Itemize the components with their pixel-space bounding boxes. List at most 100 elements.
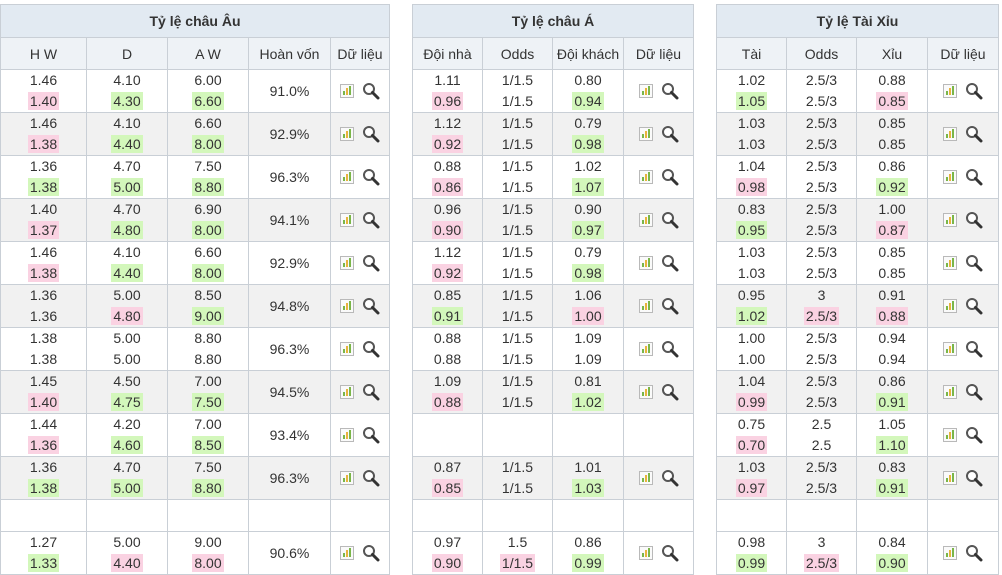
search-icon[interactable]: [362, 426, 380, 444]
search-icon[interactable]: [661, 297, 679, 315]
search-icon[interactable]: [661, 254, 679, 272]
chart-icon[interactable]: [340, 471, 354, 485]
chart-icon[interactable]: [943, 213, 957, 227]
chart-icon[interactable]: [943, 299, 957, 313]
current-odds: 1.07: [572, 178, 604, 196]
chart-icon[interactable]: [943, 84, 957, 98]
current-odds: 5.00: [111, 479, 143, 497]
search-icon[interactable]: [661, 211, 679, 229]
chart-icon[interactable]: [638, 385, 653, 399]
search-icon[interactable]: [965, 469, 983, 487]
chart-icon[interactable]: [638, 471, 653, 485]
search-icon[interactable]: [661, 340, 679, 358]
search-icon[interactable]: [661, 125, 679, 143]
under-odds: 1.00 0.87: [856, 198, 928, 242]
chart-icon[interactable]: [638, 127, 653, 141]
search-icon[interactable]: [362, 469, 380, 487]
chart-icon[interactable]: [943, 385, 957, 399]
chart-icon[interactable]: [340, 256, 354, 270]
opening-odds: 1.46: [29, 115, 58, 131]
empty-cell: [0, 499, 87, 532]
away-team-odds: 0.90 0.97: [552, 198, 624, 242]
search-icon[interactable]: [661, 469, 679, 487]
opening-odds: 7.50: [194, 158, 222, 174]
current-odds: 2.5/3: [805, 351, 838, 367]
chart-icon[interactable]: [943, 471, 957, 485]
chart-icon[interactable]: [943, 127, 957, 141]
current-odds: 0.98: [572, 135, 604, 153]
chart-icon[interactable]: [638, 256, 653, 270]
search-icon[interactable]: [362, 82, 380, 100]
search-icon[interactable]: [965, 297, 983, 315]
chart-icon[interactable]: [638, 213, 653, 227]
chart-icon[interactable]: [638, 170, 653, 184]
data-icons: [331, 125, 389, 143]
data-icons: [331, 383, 389, 401]
chart-icon[interactable]: [638, 546, 653, 560]
opening-odds: 1/1.5: [501, 287, 534, 303]
search-icon[interactable]: [362, 383, 380, 401]
over-odds: 0.83 0.95: [716, 198, 787, 242]
chart-icon[interactable]: [340, 127, 354, 141]
opening-odds: 0.84: [878, 534, 906, 550]
handicap-line: 1/1.5 1/1.5: [482, 370, 553, 414]
opening-odds: 2.5/3: [805, 115, 838, 131]
chart-icon[interactable]: [638, 342, 653, 356]
search-icon[interactable]: [362, 340, 380, 358]
search-icon[interactable]: [362, 211, 380, 229]
search-icon[interactable]: [362, 254, 380, 272]
search-icon[interactable]: [965, 82, 983, 100]
chart-icon[interactable]: [340, 213, 354, 227]
empty-cell: [330, 499, 390, 532]
current-odds: 0.92: [431, 264, 464, 282]
empty-cell: [926, 499, 1000, 532]
search-icon[interactable]: [661, 383, 679, 401]
current-odds: 0.90: [876, 554, 908, 572]
chart-icon[interactable]: [943, 342, 957, 356]
chart-icon[interactable]: [340, 546, 354, 560]
current-odds: 2.5/3: [803, 307, 840, 325]
search-icon[interactable]: [362, 168, 380, 186]
chart-icon[interactable]: [340, 170, 354, 184]
chart-icon[interactable]: [340, 342, 354, 356]
search-icon[interactable]: [965, 383, 983, 401]
search-icon[interactable]: [965, 544, 983, 562]
current-odds: 8.80: [194, 351, 222, 367]
chart-icon[interactable]: [638, 299, 653, 313]
home-win-odds: 1.27 1.33: [0, 531, 87, 575]
search-icon[interactable]: [965, 254, 983, 272]
current-odds: 0.92: [431, 135, 464, 153]
chart-icon[interactable]: [943, 546, 957, 560]
table-row: 1.36 1.36 5.00 4.80 8.50 9.00 94.8%: [0, 284, 390, 328]
draw-odds: 4.70 5.00: [86, 456, 168, 500]
data-icons: [624, 469, 693, 487]
search-icon[interactable]: [362, 297, 380, 315]
chart-icon[interactable]: [340, 84, 354, 98]
search-icon[interactable]: [362, 125, 380, 143]
search-icon[interactable]: [965, 340, 983, 358]
search-icon[interactable]: [965, 211, 983, 229]
chart-icon[interactable]: [340, 428, 354, 442]
chart-icon[interactable]: [943, 170, 957, 184]
current-odds: 1.03: [737, 136, 766, 152]
search-icon[interactable]: [661, 168, 679, 186]
away-team-odds: 1.02 1.07: [552, 155, 624, 199]
handicap-line: 1/1.5 1/1.5: [482, 327, 553, 371]
away-team-odds: 1.01 1.03: [552, 456, 624, 500]
chart-icon[interactable]: [638, 84, 653, 98]
search-icon[interactable]: [965, 168, 983, 186]
col-line: Odds: [786, 37, 857, 70]
search-icon[interactable]: [661, 544, 679, 562]
chart-icon[interactable]: [943, 428, 957, 442]
search-icon[interactable]: [965, 426, 983, 444]
chart-icon[interactable]: [943, 256, 957, 270]
search-icon[interactable]: [362, 544, 380, 562]
home-team-odds: 0.85 0.91: [412, 284, 483, 328]
data-icons: [624, 125, 693, 143]
opening-odds: 1.5: [507, 534, 528, 550]
chart-icon[interactable]: [340, 299, 354, 313]
search-icon[interactable]: [661, 82, 679, 100]
chart-icon[interactable]: [340, 385, 354, 399]
search-icon[interactable]: [965, 125, 983, 143]
opening-odds: 6.60: [194, 244, 222, 260]
